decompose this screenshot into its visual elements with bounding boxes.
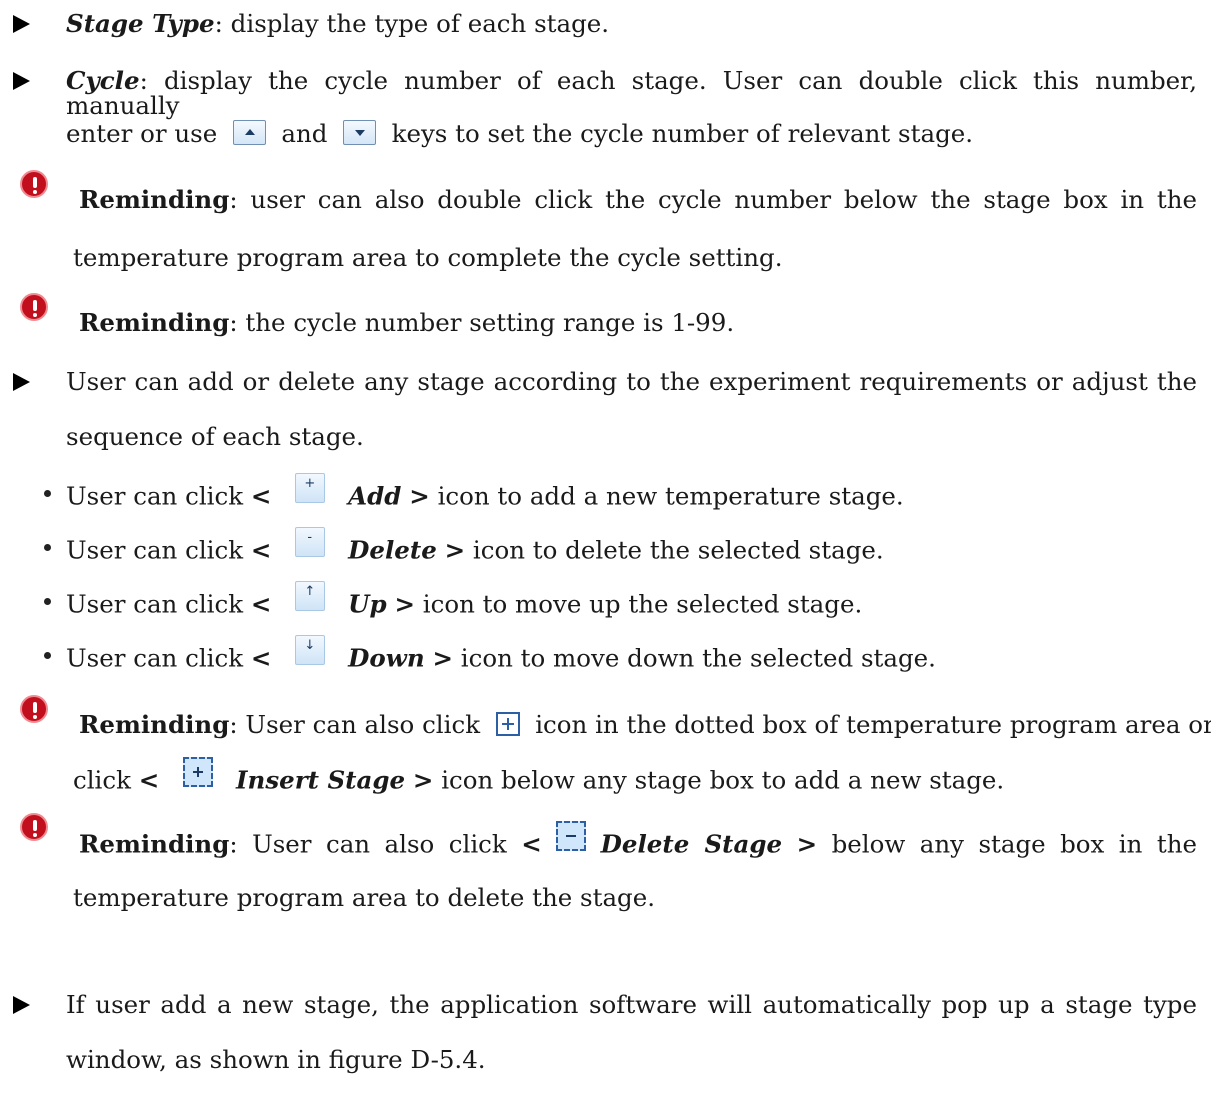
reminding-2-line: Reminding: the cycle number setting rang… bbox=[79, 308, 735, 337]
sub-item-add: User can click < + Add > icon to add a n… bbox=[66, 473, 904, 513]
sub-item-down: User can click < ↓ Down > icon to move d… bbox=[66, 635, 936, 675]
spin-up-icon bbox=[232, 120, 266, 145]
stage-type-line: Stage Type: display the type of each sta… bbox=[66, 9, 610, 38]
arrow-up-icon: ↑ bbox=[294, 581, 325, 611]
insert-stage-icon bbox=[182, 757, 213, 787]
delete-icon: - bbox=[294, 527, 325, 557]
sub-bullet-dot bbox=[44, 598, 51, 605]
popup-line-1: If user add a new stage, the application… bbox=[66, 990, 1197, 1019]
addstage-line-2: sequence of each stage. bbox=[66, 422, 364, 451]
reminding-4-line-1: Reminding: User can also click < Delete … bbox=[79, 821, 1197, 861]
reminding-4-line-2: temperature program area to delete the s… bbox=[73, 883, 656, 912]
cycle-line-1: Cycle: display the cycle number of each … bbox=[66, 66, 1197, 120]
popup-line-2: window, as shown in figure D-5.4. bbox=[66, 1045, 486, 1074]
delete-stage-icon bbox=[556, 821, 587, 851]
triangle-bullet-icon bbox=[13, 373, 30, 391]
sub-bullet-dot bbox=[44, 544, 51, 551]
manual-page: Stage Type: display the type of each sta… bbox=[0, 0, 1211, 1115]
triangle-bullet-icon bbox=[13, 72, 30, 90]
add-icon: + bbox=[294, 473, 325, 503]
reminding-3-line-2: click < Insert Stage > icon below any st… bbox=[73, 757, 1004, 797]
reminding-icon bbox=[20, 293, 48, 321]
sub-bullet-dot bbox=[44, 652, 51, 659]
triangle-bullet-icon bbox=[13, 996, 30, 1014]
reminding-3-line-1: Reminding: User can also click icon in t… bbox=[79, 710, 1211, 739]
reminding-1-line-1: Reminding: user can also double click th… bbox=[79, 185, 1197, 214]
reminding-icon bbox=[20, 695, 48, 723]
sub-item-delete: User can click < - Delete > icon to dele… bbox=[66, 527, 884, 567]
sub-item-up: User can click < ↑ Up > icon to move up … bbox=[66, 581, 862, 621]
addstage-line-1: User can add or delete any stage accordi… bbox=[66, 367, 1197, 396]
arrow-down-icon: ↓ bbox=[294, 635, 325, 665]
triangle-bullet-icon bbox=[13, 15, 30, 33]
spin-down-icon bbox=[343, 120, 377, 145]
reminding-1-line-2: temperature program area to complete the… bbox=[73, 243, 783, 272]
stage-type-term: Stage Type bbox=[66, 9, 215, 38]
plus-box-icon bbox=[495, 711, 520, 736]
reminding-icon bbox=[20, 170, 48, 198]
sub-bullet-dot bbox=[44, 490, 51, 497]
reminding-icon bbox=[20, 813, 48, 841]
cycle-line-2: enter or use and keys to set the cycle n… bbox=[66, 119, 974, 148]
